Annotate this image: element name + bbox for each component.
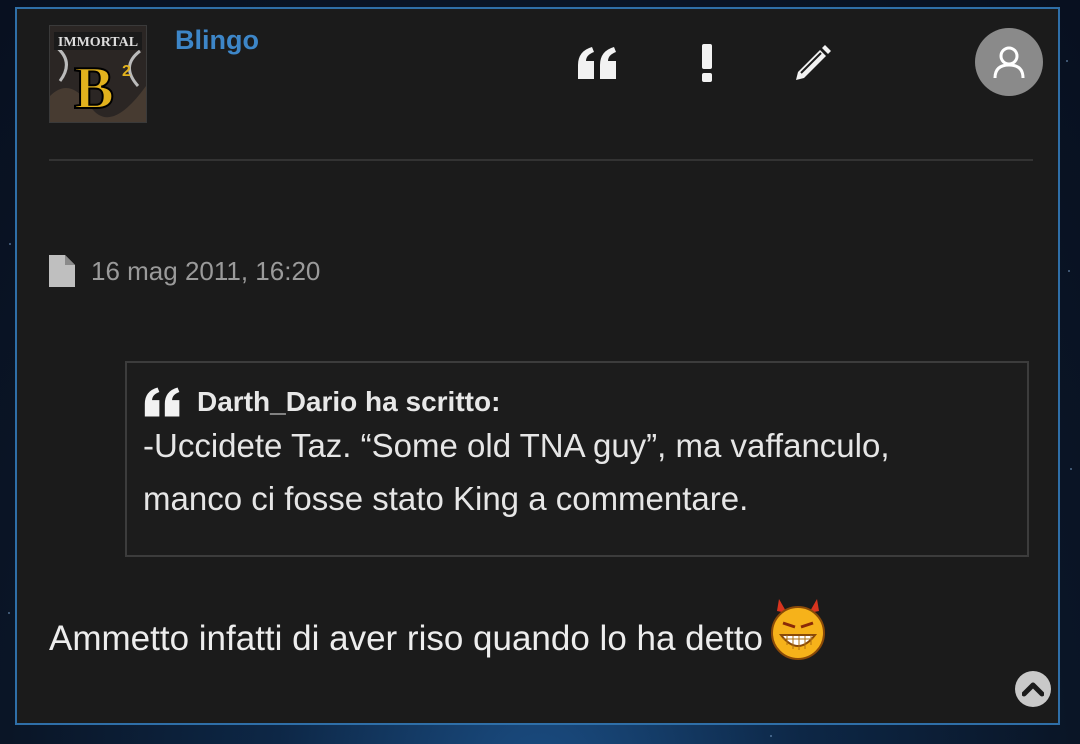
scroll-to-top-button[interactable] bbox=[1015, 671, 1051, 707]
svg-text:2: 2 bbox=[122, 63, 131, 80]
report-button[interactable] bbox=[683, 39, 731, 87]
quote-line: -Uccidete Taz. “Some old TNA guy”, ma va… bbox=[143, 427, 890, 464]
avatar[interactable]: IMMORTAL B 2 bbox=[49, 25, 147, 123]
quote-icon bbox=[144, 387, 180, 417]
devil-grin-emoji-icon bbox=[771, 599, 826, 660]
post-message-text: Ammetto infatti di aver riso quando lo h… bbox=[49, 619, 764, 658]
file-icon bbox=[49, 255, 75, 287]
svg-text:IMMORTAL: IMMORTAL bbox=[58, 35, 138, 50]
quote-text: -Uccidete Taz. “Some old TNA guy”, ma va… bbox=[143, 419, 1011, 525]
post-date: 16 mag 2011, 16:20 bbox=[49, 255, 320, 287]
header-divider bbox=[49, 159, 1033, 161]
username-link[interactable]: Blingo bbox=[175, 25, 259, 56]
quote-line: manco ci fosse stato King a commentare. bbox=[143, 480, 749, 517]
quote-button[interactable] bbox=[574, 39, 622, 87]
background-star bbox=[1066, 60, 1068, 62]
edit-button[interactable] bbox=[789, 39, 837, 87]
background-star bbox=[9, 243, 11, 245]
post-date-text: 16 mag 2011, 16:20 bbox=[91, 255, 321, 286]
background-star bbox=[770, 735, 772, 737]
svg-text:B: B bbox=[74, 55, 114, 121]
quote-author: Darth_Dario ha scritto: bbox=[197, 386, 501, 417]
user-menu-button[interactable] bbox=[975, 28, 1043, 96]
quote-block: Darth_Dario ha scritto: -Uccidete Taz. “… bbox=[125, 361, 1029, 557]
background-star bbox=[1068, 270, 1070, 272]
quote-header: Darth_Dario ha scritto: bbox=[143, 385, 1011, 419]
quote-icon bbox=[578, 47, 616, 79]
user-icon bbox=[993, 46, 1025, 79]
background-star bbox=[8, 612, 10, 614]
post-message: Ammetto infatti di aver riso quando lo h… bbox=[49, 599, 827, 663]
exclamation-icon bbox=[702, 44, 712, 82]
pencil-icon bbox=[796, 45, 831, 80]
forum-post: IMMORTAL B 2 Blingo 16 mag 2011, 16:20 D… bbox=[15, 7, 1060, 725]
background-star bbox=[1070, 468, 1072, 470]
chevron-up-icon bbox=[1022, 682, 1044, 697]
avatar-image: IMMORTAL B 2 bbox=[50, 26, 146, 122]
